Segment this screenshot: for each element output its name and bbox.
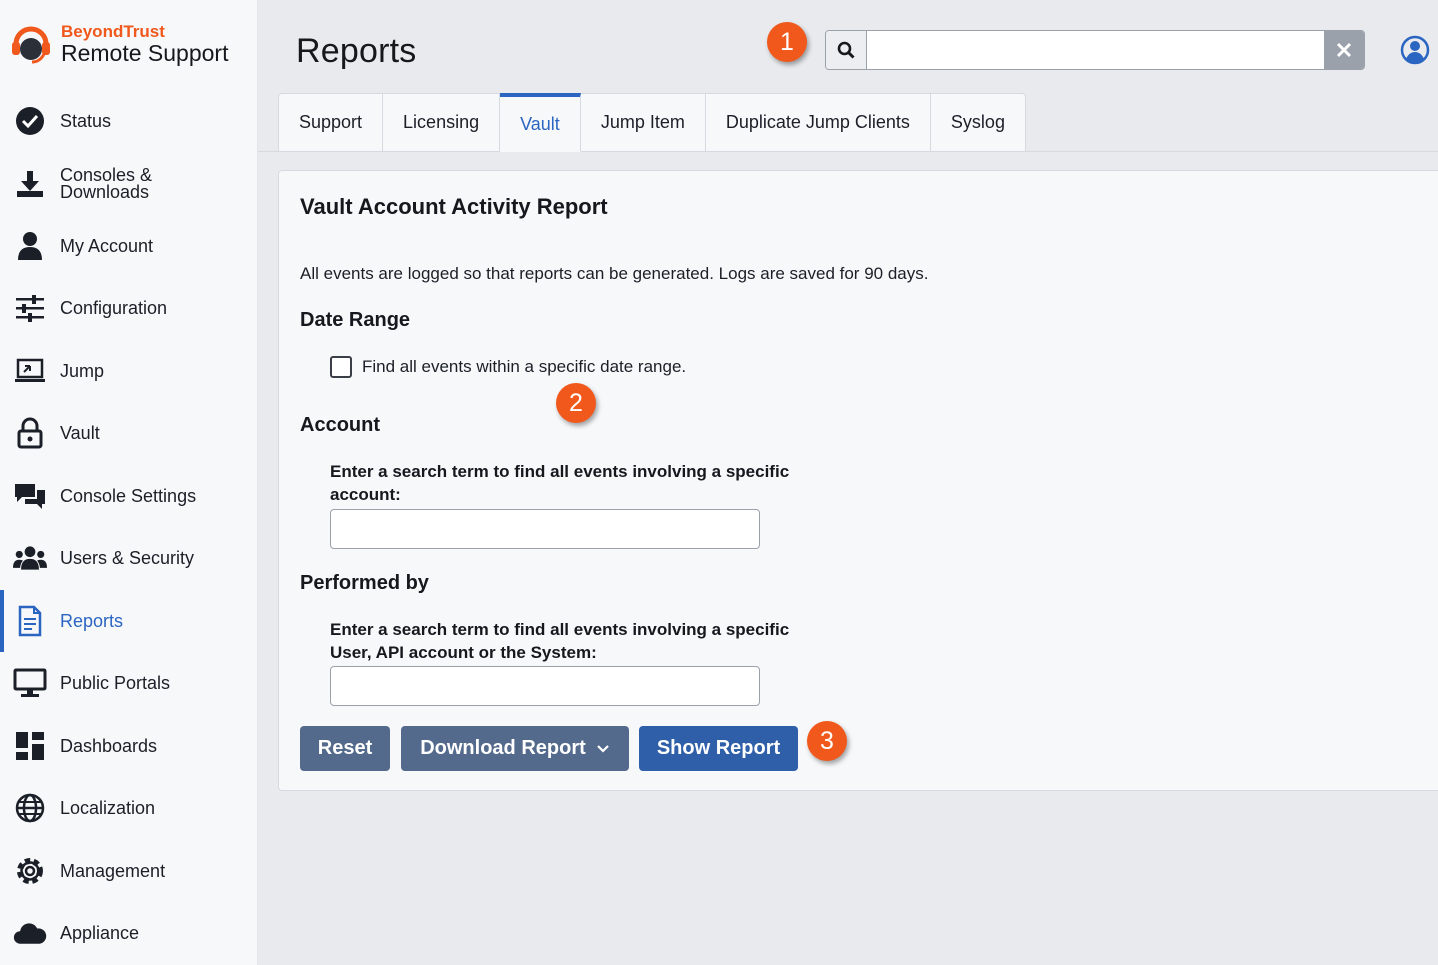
date-range-option[interactable]: Find all events within a specific date r…	[330, 356, 686, 378]
search-icon	[837, 41, 855, 59]
sidebar-item-jump[interactable]: Jump	[0, 346, 258, 396]
sidebar-item-label: Reports	[60, 610, 124, 631]
sidebar-item-label: Configuration	[60, 297, 168, 318]
gear-icon	[13, 854, 47, 888]
report-icon	[13, 604, 47, 638]
sidebar-item-label: Console Settings	[60, 485, 197, 506]
account-field-label: Enter a search term to find all events i…	[330, 462, 790, 504]
close-icon	[1336, 42, 1352, 58]
tab-duplicate-jump-clients[interactable]: Duplicate Jump Clients	[705, 93, 931, 152]
sidebar-item-label: Status	[60, 110, 112, 131]
show-report-label: Show Report	[656, 737, 781, 759]
sidebar-item-console-settings[interactable]: Console Settings	[0, 471, 258, 521]
report-tabs: Support Licensing Vault Jump Item Duplic…	[278, 93, 1026, 152]
sidebar-item-label: Appliance	[60, 922, 140, 943]
reset-button[interactable]: Reset	[300, 726, 390, 771]
sidebar-item-label: Jump	[60, 360, 105, 381]
sidebar-item-users-security[interactable]: Users & Security	[0, 533, 258, 583]
performed-by-field-label: Enter a search term to find all events i…	[330, 620, 790, 662]
sidebar-item-appliance[interactable]: Appliance	[0, 908, 258, 958]
sidebar-item-label: Users & Security	[60, 547, 195, 568]
callout-badge: 1	[767, 22, 807, 62]
sidebar: BeyondTrust Remote Support Status Consol…	[0, 0, 258, 965]
download-report-label: Download Report	[420, 737, 586, 759]
check-circle-icon	[13, 104, 47, 138]
brand[interactable]: BeyondTrust Remote Support	[10, 22, 228, 66]
monitor-icon	[13, 666, 47, 700]
cloud-icon	[13, 916, 47, 950]
sliders-icon	[13, 291, 47, 325]
sidebar-item-label: Vault	[60, 422, 100, 443]
sidebar-item-label: Consoles & Downloads	[60, 165, 153, 202]
callout-badge: 3	[807, 721, 847, 761]
search-bar	[825, 30, 1365, 70]
download-icon	[13, 167, 47, 201]
search-input[interactable]	[867, 31, 1324, 69]
chat-icon	[13, 479, 47, 513]
sidebar-item-status[interactable]: Status	[0, 96, 258, 146]
sidebar-item-public-portals[interactable]: Public Portals	[0, 658, 258, 708]
jump-icon	[13, 354, 47, 388]
tab-jump-item[interactable]: Jump Item	[580, 93, 706, 152]
chevron-down-icon	[596, 744, 609, 753]
sidebar-item-label: My Account	[60, 235, 154, 256]
tab-support[interactable]: Support	[278, 93, 384, 152]
report-panel: Vault Account Activity Report All events…	[278, 170, 1438, 791]
person-icon	[13, 229, 47, 263]
report-title: Vault Account Activity Report	[300, 194, 608, 219]
tab-vault[interactable]: Vault	[500, 93, 581, 152]
performed-by-heading: Performed by	[300, 572, 429, 594]
sidebar-item-reports[interactable]: Reports	[0, 590, 258, 652]
user-circle-icon	[1400, 35, 1430, 65]
show-report-button[interactable]: Show Report	[639, 726, 798, 771]
sidebar-item-label: Localization	[60, 797, 156, 818]
tab-syslog[interactable]: Syslog	[930, 93, 1026, 152]
date-range-checkbox[interactable]	[330, 356, 352, 378]
globe-icon	[13, 791, 47, 825]
sidebar-item-dashboards[interactable]: Dashboards	[0, 721, 258, 771]
sidebar-item-label: Management	[60, 860, 166, 881]
date-range-heading: Date Range	[300, 309, 411, 331]
reset-button-label: Reset	[317, 737, 373, 759]
performed-by-search-input[interactable]	[330, 666, 760, 706]
search-button[interactable]	[826, 31, 867, 69]
sidebar-item-localization[interactable]: Localization	[0, 783, 258, 833]
search-clear-button[interactable]	[1324, 31, 1364, 69]
sidebar-item-configuration[interactable]: Configuration	[0, 283, 258, 333]
sidebar-item-management[interactable]: Management	[0, 846, 258, 896]
account-search-input[interactable]	[330, 509, 760, 549]
report-description: All events are logged so that reports ca…	[300, 264, 929, 283]
sidebar-item-my-account[interactable]: My Account	[0, 221, 258, 271]
account-heading: Account	[300, 414, 380, 436]
brand-name: BeyondTrust	[61, 22, 165, 41]
headset-logo-icon	[10, 22, 52, 66]
user-menu-button[interactable]	[1400, 35, 1430, 65]
tab-licensing[interactable]: Licensing	[383, 93, 501, 152]
dashboard-icon	[13, 729, 47, 763]
callout-badge: 2	[556, 383, 596, 423]
download-report-button[interactable]: Download Report	[401, 726, 629, 771]
users-icon	[13, 541, 47, 575]
date-range-checkbox-label[interactable]: Find all events within a specific date r…	[362, 357, 686, 377]
lock-icon	[13, 416, 47, 450]
brand-product: Remote Support	[61, 40, 229, 66]
sidebar-item-vault[interactable]: Vault	[0, 408, 258, 458]
sidebar-item-label: Dashboards	[60, 735, 158, 756]
page-title: Reports	[296, 32, 417, 70]
sidebar-item-consoles-downloads[interactable]: Consoles & Downloads	[0, 159, 258, 209]
sidebar-item-label: Public Portals	[60, 672, 171, 693]
